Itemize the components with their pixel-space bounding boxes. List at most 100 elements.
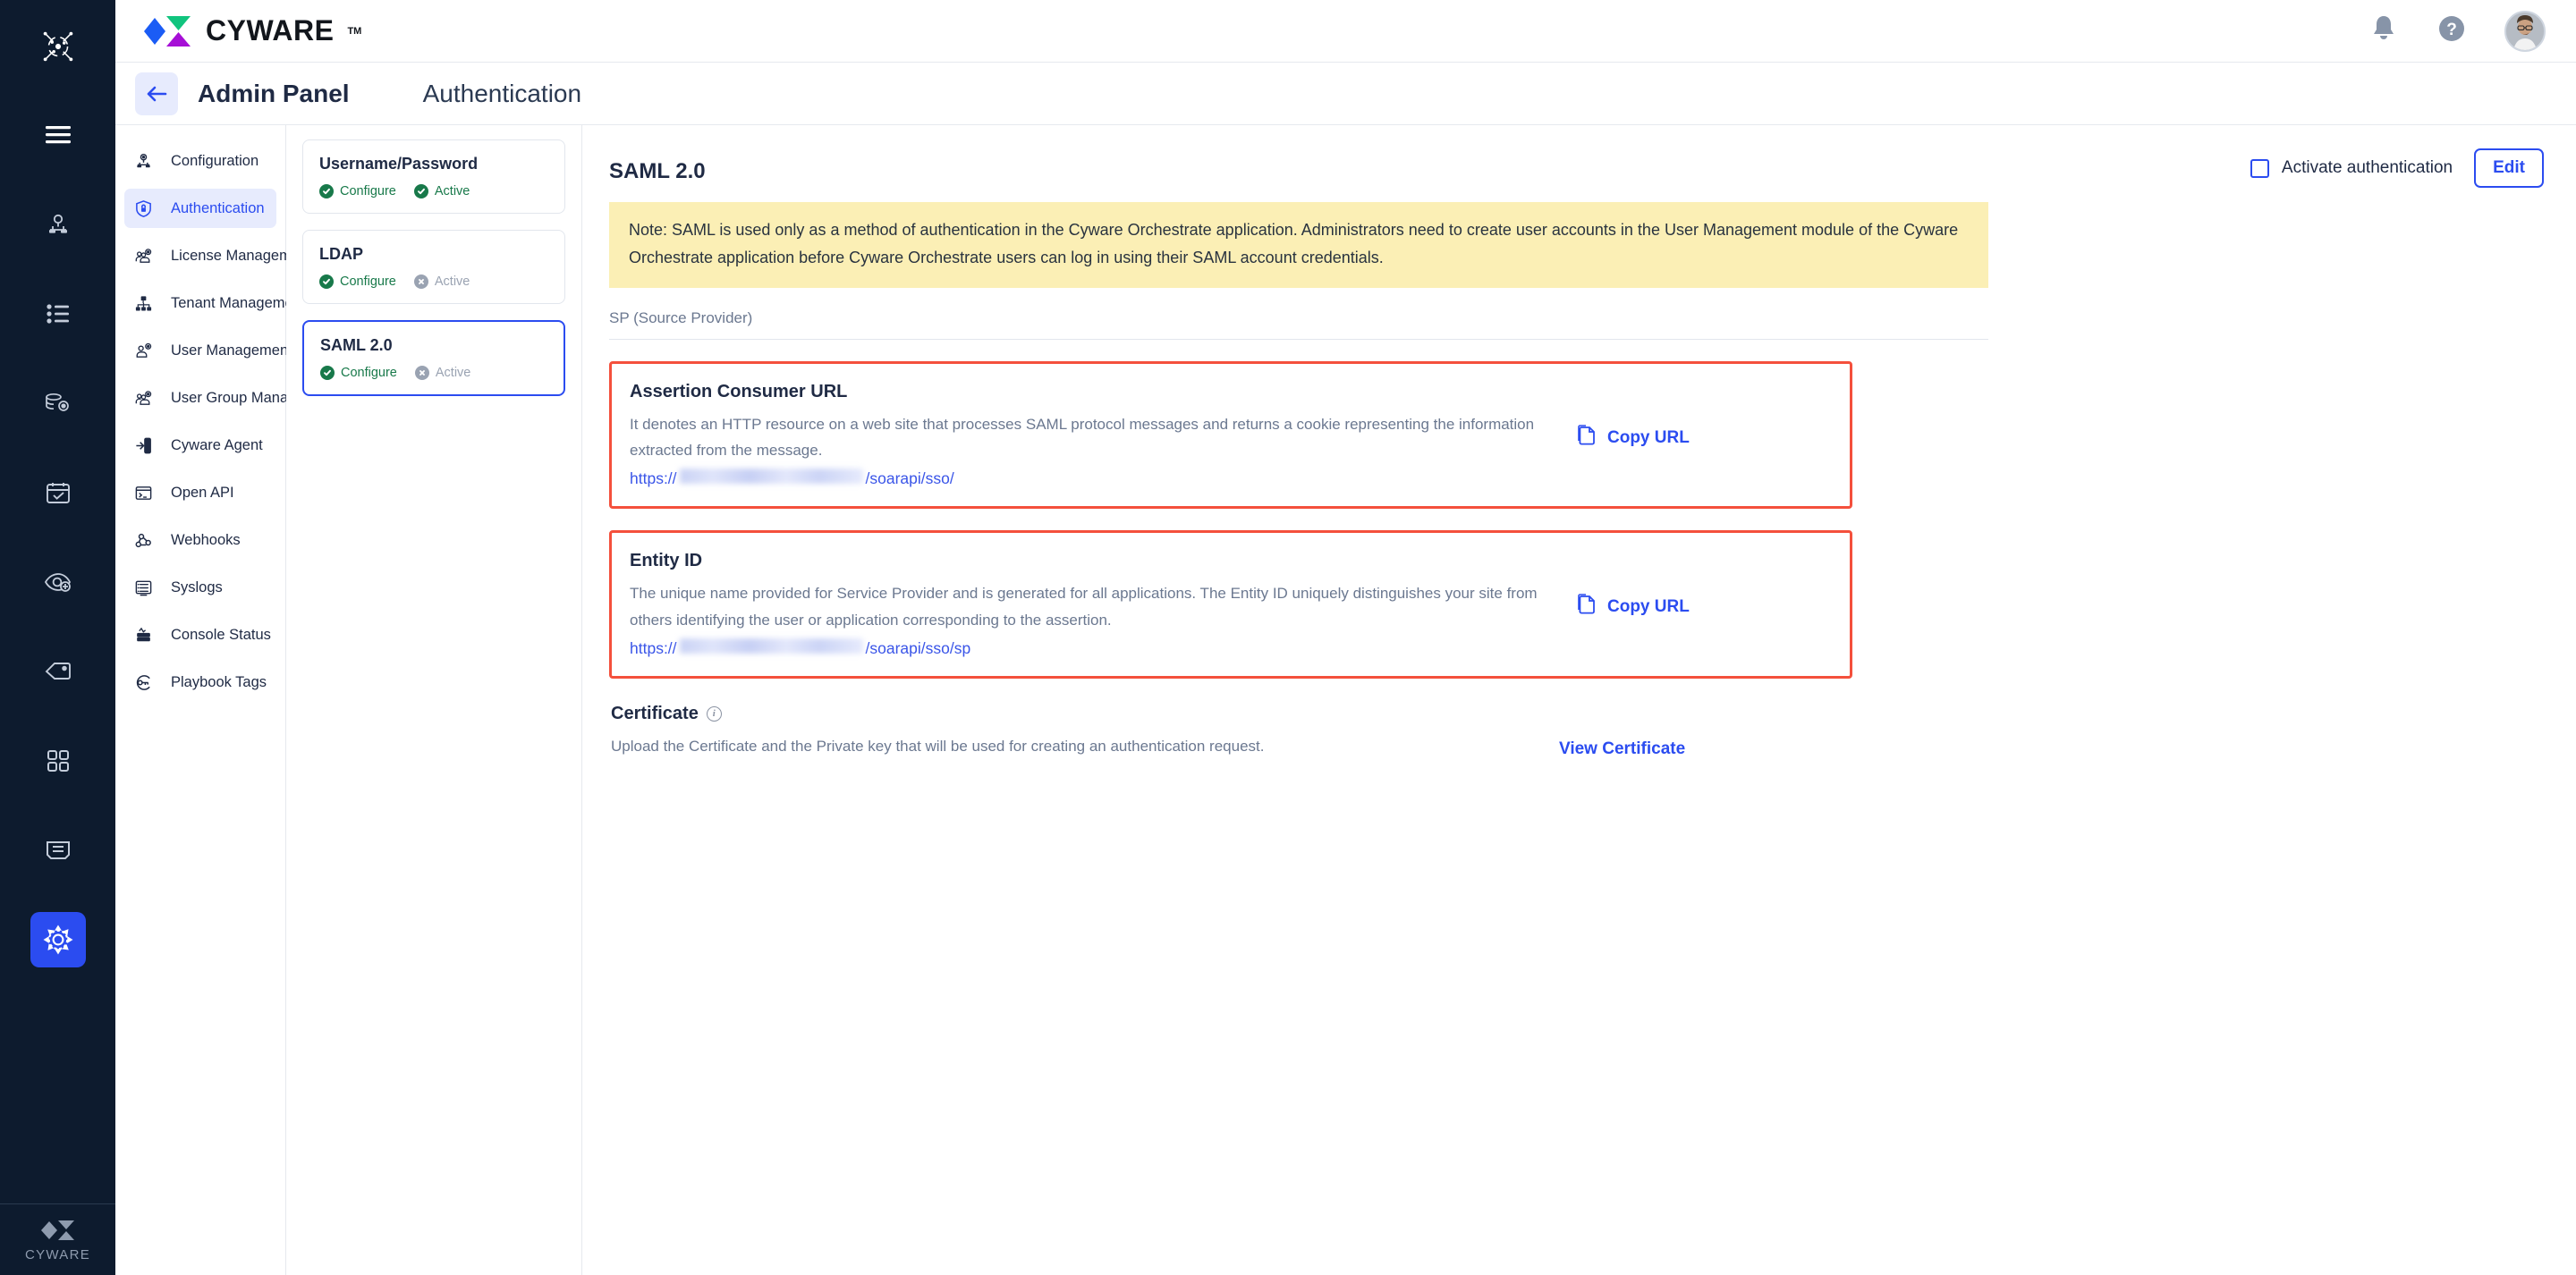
user-gear-icon	[133, 341, 153, 360]
rail-item-inbox-icon[interactable]	[30, 823, 86, 878]
syslog-list-icon	[133, 578, 153, 597]
terminal-icon	[133, 483, 153, 502]
sidebar-item-cyware-agent[interactable]: Cyware Agent	[124, 426, 276, 465]
configure-status: Configure	[319, 184, 396, 198]
admin-menu: Configuration Authentication	[115, 125, 286, 1275]
help-question-icon[interactable]: ?	[2436, 13, 2467, 48]
configure-label: Configure	[340, 184, 396, 198]
saml-detail-panel: SAML 2.0 Activate authentication Edit No…	[581, 125, 2576, 1275]
check-icon	[319, 274, 334, 289]
rail-footer: CYWARE	[0, 1203, 115, 1275]
active-label: Active	[435, 184, 470, 198]
rail-item-settings-node-icon[interactable]	[30, 197, 86, 252]
icon-rail: CYWARE	[0, 0, 115, 1275]
configure-status: Configure	[320, 366, 397, 380]
back-button[interactable]	[135, 72, 178, 115]
sidebar-item-user-management[interactable]: User Management	[124, 331, 276, 370]
auth-method-card-saml[interactable]: SAML 2.0 Configure Active	[302, 320, 565, 396]
sidebar-item-user-group-management[interactable]: User Group Management	[124, 378, 276, 418]
users-gear-icon	[133, 388, 153, 408]
sidebar-item-label: Syslogs	[171, 579, 223, 596]
info-circle-icon[interactable]: i	[707, 706, 722, 722]
sidebar-item-webhooks[interactable]: Webhooks	[124, 520, 276, 560]
body-row: Configuration Authentication	[115, 125, 2576, 1275]
copy-assertion-url-button[interactable]: Copy URL	[1578, 425, 1690, 452]
assertion-url[interactable]: https:// /soarapi/sso/	[630, 469, 1542, 488]
org-tree-icon	[133, 293, 153, 313]
sidebar-item-label: Webhooks	[171, 532, 241, 549]
sidebar-item-syslogs[interactable]: Syslogs	[124, 568, 276, 607]
auth-method-title: Username/Password	[319, 155, 548, 173]
section-divider	[609, 339, 1988, 340]
checkbox-box[interactable]	[2250, 159, 2269, 178]
notification-bell-icon[interactable]	[2368, 13, 2399, 48]
rail-item-grid-apps-icon[interactable]	[30, 733, 86, 789]
entity-url-prefix: https://	[630, 639, 677, 658]
close-icon	[414, 274, 428, 289]
copy-assertion-url-label: Copy URL	[1607, 428, 1690, 448]
configure-status: Configure	[319, 274, 396, 289]
rail-item-calendar-check-icon[interactable]	[30, 465, 86, 520]
page-title: Authentication	[423, 80, 581, 108]
panel-header-actions: Activate authentication Edit	[2250, 148, 2544, 188]
main-column: CYWARE TM ?	[115, 0, 2576, 1275]
saml-note: Note: SAML is used only as a method of a…	[609, 202, 1988, 288]
entity-url[interactable]: https:// /soarapi/sso/sp	[630, 638, 1542, 658]
auth-method-card-ldap[interactable]: LDAP Configure Active	[302, 230, 565, 304]
sidebar-item-label: Authentication	[171, 200, 265, 217]
auth-method-card-username-password[interactable]: Username/Password Configure	[302, 139, 565, 214]
assertion-description: It denotes an HTTP resource on a web sit…	[630, 411, 1542, 463]
assertion-title: Assertion Consumer URL	[630, 382, 1542, 402]
active-status: Active	[414, 184, 470, 198]
rail-item-database-gear-icon[interactable]	[30, 376, 86, 431]
assertion-content: Assertion Consumer URL It denotes an HTT…	[630, 382, 1542, 488]
entity-content: Entity ID The unique name provided for S…	[630, 551, 1542, 657]
redacted-host	[680, 638, 863, 654]
sidebar-item-label: User Management	[171, 342, 292, 359]
check-icon	[319, 184, 334, 198]
sidebar-item-tenant-management[interactable]: Tenant Management	[124, 283, 276, 323]
brand-name: CYWARE	[206, 14, 334, 47]
rail-item-eye-plus-icon[interactable]	[30, 554, 86, 610]
auth-method-status: Configure Active	[319, 274, 548, 289]
active-label: Active	[436, 366, 471, 380]
webhook-icon	[133, 530, 153, 550]
copy-entity-url-button[interactable]: Copy URL	[1578, 594, 1690, 621]
cyware-mark-icon	[39, 1219, 77, 1242]
cyware-network-icon[interactable]	[31, 20, 85, 73]
breadcrumb-parent[interactable]: Admin Panel	[198, 80, 350, 108]
rail-item-list-bullets-icon[interactable]	[30, 286, 86, 342]
sp-section-label: SP (Source Provider)	[609, 309, 2544, 327]
sidebar-item-configuration[interactable]: Configuration	[124, 141, 276, 181]
view-certificate-button[interactable]: View Certificate	[1559, 739, 1685, 759]
activate-authentication-checkbox[interactable]: Activate authentication	[2250, 158, 2453, 178]
panel-title: SAML 2.0	[609, 159, 706, 184]
entity-description: The unique name provided for Service Pro…	[630, 580, 1542, 632]
panel-header: SAML 2.0 Activate authentication Edit	[609, 143, 2544, 188]
edit-button[interactable]: Edit	[2474, 148, 2544, 188]
sidebar-item-playbook-tags[interactable]: Playbook Tags	[124, 663, 276, 702]
activate-authentication-label: Activate authentication	[2282, 158, 2453, 178]
rail-item-hamburger-menu-icon[interactable]	[30, 107, 86, 163]
user-avatar[interactable]	[2504, 11, 2546, 52]
sidebar-item-license-management[interactable]: License Management	[124, 236, 276, 275]
agent-login-icon	[133, 435, 153, 455]
sidebar-item-console-status[interactable]: Console Status	[124, 615, 276, 654]
rail-footer-label: CYWARE	[25, 1247, 90, 1262]
copy-icon	[1578, 594, 1597, 621]
server-status-icon	[133, 625, 153, 645]
brand-logo[interactable]: CYWARE TM	[142, 13, 361, 49]
certificate-description: Upload the Certificate and the Private k…	[611, 733, 1523, 759]
rail-item-tag-icon[interactable]	[30, 644, 86, 699]
sidebar-item-authentication[interactable]: Authentication	[124, 189, 276, 228]
top-bar: CYWARE TM ?	[115, 0, 2576, 63]
sidebar-item-label: Playbook Tags	[171, 674, 267, 691]
redacted-host	[680, 469, 863, 484]
topbar-actions: ?	[2368, 11, 2546, 52]
sidebar-item-open-api[interactable]: Open API	[124, 473, 276, 512]
configure-label: Configure	[340, 274, 396, 289]
rail-item-gear-icon[interactable]	[30, 912, 86, 967]
sidebar-item-label: Open API	[171, 485, 234, 502]
certificate-section: Certificate i Upload the Certificate and…	[609, 704, 1852, 759]
assertion-url-prefix: https://	[630, 469, 677, 488]
